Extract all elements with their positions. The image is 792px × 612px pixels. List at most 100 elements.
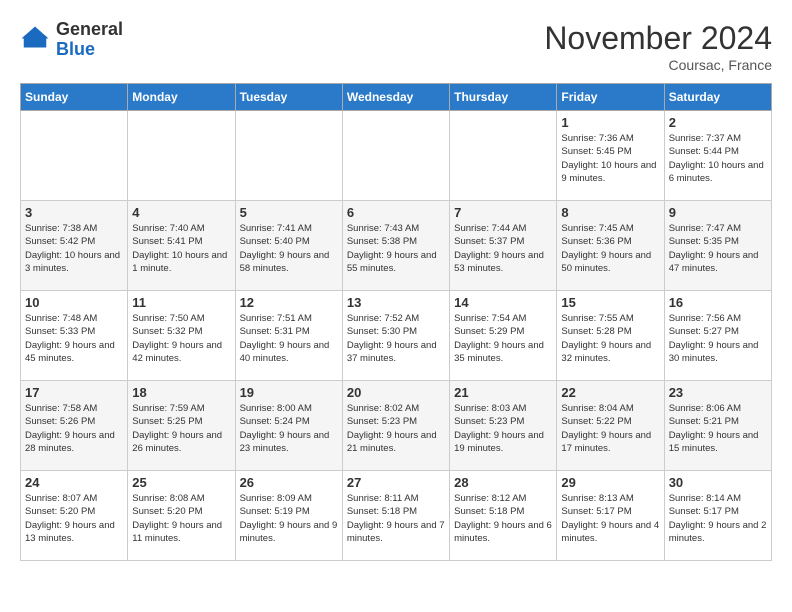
- calendar-week-2: 3 Sunrise: 7:38 AM Sunset: 5:42 PM Daylig…: [21, 201, 772, 291]
- day-info: Sunrise: 7:54 AM Sunset: 5:29 PM Dayligh…: [454, 312, 552, 365]
- day-number: 17: [25, 385, 123, 400]
- day-info: Sunrise: 7:48 AM Sunset: 5:33 PM Dayligh…: [25, 312, 123, 365]
- title-block: November 2024 Coursac, France: [544, 20, 772, 73]
- day-info: Sunrise: 7:47 AM Sunset: 5:35 PM Dayligh…: [669, 222, 767, 275]
- day-info: Sunrise: 7:45 AM Sunset: 5:36 PM Dayligh…: [561, 222, 659, 275]
- calendar-cell: 19 Sunrise: 8:00 AM Sunset: 5:24 PM Dayli…: [235, 381, 342, 471]
- weekday-header-sunday: Sunday: [21, 84, 128, 111]
- calendar-cell: [450, 111, 557, 201]
- weekday-header-wednesday: Wednesday: [342, 84, 449, 111]
- weekday-header-saturday: Saturday: [664, 84, 771, 111]
- day-number: 4: [132, 205, 230, 220]
- day-number: 3: [25, 205, 123, 220]
- calendar-week-5: 24 Sunrise: 8:07 AM Sunset: 5:20 PM Dayli…: [21, 471, 772, 561]
- logo-blue: Blue: [56, 39, 95, 59]
- logo-text: General Blue: [56, 20, 123, 60]
- calendar-cell: 15Sunrise: 7:55 AM Sunset: 5:28 PM Dayli…: [557, 291, 664, 381]
- calendar-cell: 28Sunrise: 8:12 AM Sunset: 5:18 PM Dayli…: [450, 471, 557, 561]
- day-info: Sunrise: 8:13 AM Sunset: 5:17 PM Dayligh…: [561, 492, 659, 545]
- calendar-cell: [235, 111, 342, 201]
- day-info: Sunrise: 7:59 AM Sunset: 5:25 PM Dayligh…: [132, 402, 230, 455]
- calendar-cell: 9 Sunrise: 7:47 AM Sunset: 5:35 PM Daylig…: [664, 201, 771, 291]
- calendar-week-4: 17 Sunrise: 7:58 AM Sunset: 5:26 PM Dayli…: [21, 381, 772, 471]
- calendar-cell: 18 Sunrise: 7:59 AM Sunset: 5:25 PM Dayli…: [128, 381, 235, 471]
- day-number: 12: [240, 295, 338, 310]
- calendar-week-1: 1Sunrise: 7:36 AM Sunset: 5:45 PM Daylig…: [21, 111, 772, 201]
- day-number: 5: [240, 205, 338, 220]
- weekday-header-tuesday: Tuesday: [235, 84, 342, 111]
- day-number: 22: [561, 385, 659, 400]
- day-info: Sunrise: 7:44 AM Sunset: 5:37 PM Dayligh…: [454, 222, 552, 275]
- day-info: Sunrise: 7:41 AM Sunset: 5:40 PM Dayligh…: [240, 222, 338, 275]
- day-number: 13: [347, 295, 445, 310]
- day-info: Sunrise: 7:43 AM Sunset: 5:38 PM Dayligh…: [347, 222, 445, 275]
- day-info: Sunrise: 7:56 AM Sunset: 5:27 PM Dayligh…: [669, 312, 767, 365]
- calendar-cell: 10 Sunrise: 7:48 AM Sunset: 5:33 PM Dayli…: [21, 291, 128, 381]
- calendar-cell: [342, 111, 449, 201]
- day-number: 1: [561, 115, 659, 130]
- location-subtitle: Coursac, France: [544, 57, 772, 73]
- day-number: 8: [561, 205, 659, 220]
- logo-icon: [20, 25, 50, 55]
- weekday-header-thursday: Thursday: [450, 84, 557, 111]
- day-info: Sunrise: 8:11 AM Sunset: 5:18 PM Dayligh…: [347, 492, 445, 545]
- day-number: 7: [454, 205, 552, 220]
- day-number: 24: [25, 475, 123, 490]
- day-info: Sunrise: 7:37 AM Sunset: 5:44 PM Dayligh…: [669, 132, 767, 185]
- day-number: 21: [454, 385, 552, 400]
- day-number: 19: [240, 385, 338, 400]
- day-info: Sunrise: 8:02 AM Sunset: 5:23 PM Dayligh…: [347, 402, 445, 455]
- calendar-cell: 24 Sunrise: 8:07 AM Sunset: 5:20 PM Dayli…: [21, 471, 128, 561]
- day-info: Sunrise: 8:12 AM Sunset: 5:18 PM Dayligh…: [454, 492, 552, 545]
- calendar-cell: 22 Sunrise: 8:04 AM Sunset: 5:22 PM Dayli…: [557, 381, 664, 471]
- day-info: Sunrise: 8:08 AM Sunset: 5:20 PM Dayligh…: [132, 492, 230, 545]
- day-info: Sunrise: 7:52 AM Sunset: 5:30 PM Dayligh…: [347, 312, 445, 365]
- logo: General Blue: [20, 20, 123, 60]
- day-info: Sunrise: 8:03 AM Sunset: 5:23 PM Dayligh…: [454, 402, 552, 455]
- calendar-cell: 13 Sunrise: 7:52 AM Sunset: 5:30 PM Dayli…: [342, 291, 449, 381]
- day-number: 20: [347, 385, 445, 400]
- weekday-header-friday: Friday: [557, 84, 664, 111]
- day-info: Sunrise: 7:51 AM Sunset: 5:31 PM Dayligh…: [240, 312, 338, 365]
- day-number: 16: [669, 295, 767, 310]
- calendar-cell: 2Sunrise: 7:37 AM Sunset: 5:44 PM Daylig…: [664, 111, 771, 201]
- calendar-week-3: 10 Sunrise: 7:48 AM Sunset: 5:33 PM Dayli…: [21, 291, 772, 381]
- day-number: 9: [669, 205, 767, 220]
- day-info: Sunrise: 7:58 AM Sunset: 5:26 PM Dayligh…: [25, 402, 123, 455]
- calendar-cell: 23 Sunrise: 8:06 AM Sunset: 5:21 PM Dayli…: [664, 381, 771, 471]
- page-header: General Blue November 2024 Coursac, Fran…: [20, 20, 772, 73]
- day-info: Sunrise: 8:00 AM Sunset: 5:24 PM Dayligh…: [240, 402, 338, 455]
- calendar-cell: 14 Sunrise: 7:54 AM Sunset: 5:29 PM Dayli…: [450, 291, 557, 381]
- day-number: 26: [240, 475, 338, 490]
- calendar-cell: 11 Sunrise: 7:50 AM Sunset: 5:32 PM Dayli…: [128, 291, 235, 381]
- day-number: 18: [132, 385, 230, 400]
- day-number: 25: [132, 475, 230, 490]
- calendar-cell: 21 Sunrise: 8:03 AM Sunset: 5:23 PM Dayli…: [450, 381, 557, 471]
- day-number: 14: [454, 295, 552, 310]
- day-number: 11: [132, 295, 230, 310]
- day-info: Sunrise: 7:40 AM Sunset: 5:41 PM Dayligh…: [132, 222, 230, 275]
- day-number: 30: [669, 475, 767, 490]
- day-info: Sunrise: 7:55 AM Sunset: 5:28 PM Dayligh…: [561, 312, 659, 365]
- calendar-cell: 1Sunrise: 7:36 AM Sunset: 5:45 PM Daylig…: [557, 111, 664, 201]
- calendar-cell: 25 Sunrise: 8:08 AM Sunset: 5:20 PM Dayli…: [128, 471, 235, 561]
- day-info: Sunrise: 8:06 AM Sunset: 5:21 PM Dayligh…: [669, 402, 767, 455]
- day-info: Sunrise: 8:07 AM Sunset: 5:20 PM Dayligh…: [25, 492, 123, 545]
- calendar-cell: 26Sunrise: 8:09 AM Sunset: 5:19 PM Dayli…: [235, 471, 342, 561]
- calendar-cell: 4 Sunrise: 7:40 AM Sunset: 5:41 PM Daylig…: [128, 201, 235, 291]
- day-number: 23: [669, 385, 767, 400]
- calendar-cell: 20 Sunrise: 8:02 AM Sunset: 5:23 PM Dayli…: [342, 381, 449, 471]
- month-title: November 2024: [544, 20, 772, 57]
- day-info: Sunrise: 7:50 AM Sunset: 5:32 PM Dayligh…: [132, 312, 230, 365]
- day-info: Sunrise: 8:04 AM Sunset: 5:22 PM Dayligh…: [561, 402, 659, 455]
- day-info: Sunrise: 7:38 AM Sunset: 5:42 PM Dayligh…: [25, 222, 123, 275]
- day-number: 27: [347, 475, 445, 490]
- calendar-cell: 27 Sunrise: 8:11 AM Sunset: 5:18 PM Dayli…: [342, 471, 449, 561]
- calendar-cell: 12 Sunrise: 7:51 AM Sunset: 5:31 PM Dayli…: [235, 291, 342, 381]
- calendar-cell: 8 Sunrise: 7:45 AM Sunset: 5:36 PM Daylig…: [557, 201, 664, 291]
- calendar-cell: 30Sunrise: 8:14 AM Sunset: 5:17 PM Dayli…: [664, 471, 771, 561]
- calendar-cell: 3 Sunrise: 7:38 AM Sunset: 5:42 PM Daylig…: [21, 201, 128, 291]
- day-number: 10: [25, 295, 123, 310]
- calendar-cell: 29Sunrise: 8:13 AM Sunset: 5:17 PM Dayli…: [557, 471, 664, 561]
- calendar-table: SundayMondayTuesdayWednesdayThursdayFrid…: [20, 83, 772, 561]
